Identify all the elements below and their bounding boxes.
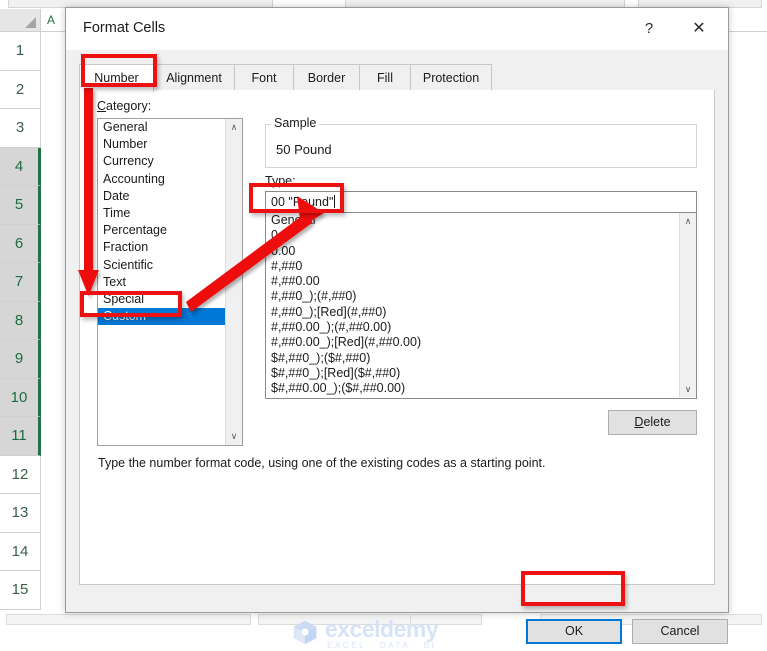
- dialog-title-bar: Format Cells ? ✕: [66, 8, 728, 50]
- row-header-2[interactable]: 2: [0, 70, 41, 109]
- format-cells-dialog: Format Cells ? ✕ Number Alignment Font Bord…: [65, 7, 729, 650]
- cube-logo-icon: [293, 620, 317, 645]
- text-caret: [334, 195, 336, 208]
- format-code-item-7[interactable]: #,##0.00_);(#,##0.00): [266, 320, 696, 335]
- format-code-item-3[interactable]: #,##0: [266, 259, 696, 274]
- help-icon[interactable]: ?: [630, 15, 668, 43]
- sample-label: Sample: [271, 116, 320, 130]
- dialog-title: Format Cells: [83, 20, 166, 36]
- category-item-accounting[interactable]: Accounting: [98, 171, 242, 188]
- category-item-fraction[interactable]: Fraction: [98, 239, 242, 256]
- category-item-time[interactable]: Time: [98, 205, 242, 222]
- row-header-11[interactable]: 11: [0, 417, 41, 456]
- type-input[interactable]: 00 "Pound": [265, 191, 697, 213]
- category-item-custom[interactable]: Custom: [98, 308, 242, 326]
- delete-button[interactable]: Delete: [608, 410, 697, 435]
- row-header-8[interactable]: 8: [0, 301, 41, 340]
- tab-strip: Number Alignment Font Border Fill Protection: [79, 64, 715, 92]
- close-icon[interactable]: ✕: [680, 15, 718, 43]
- tab-border[interactable]: Border: [293, 64, 360, 91]
- category-item-number[interactable]: Number: [98, 136, 242, 153]
- row-header-12[interactable]: 12: [0, 455, 41, 494]
- scroll-up-icon[interactable]: ∧: [680, 213, 696, 229]
- category-item-currency[interactable]: Currency: [98, 153, 242, 170]
- ok-button[interactable]: OK: [526, 619, 622, 644]
- row-header-7[interactable]: 7: [0, 263, 41, 302]
- tab-number[interactable]: Number: [79, 64, 154, 92]
- scroll-up-icon[interactable]: ∧: [226, 119, 242, 136]
- type-label: Type:: [265, 174, 296, 188]
- row-header-9[interactable]: 9: [0, 340, 41, 379]
- status-chip: [6, 614, 251, 625]
- row-header-3[interactable]: 3: [0, 109, 41, 148]
- tab-protection[interactable]: Protection: [410, 64, 492, 91]
- row-header-5[interactable]: 5: [0, 186, 41, 225]
- category-item-date[interactable]: Date: [98, 188, 242, 205]
- watermark-tagline: EXCEL · DATA · BI: [327, 640, 437, 650]
- cancel-button[interactable]: Cancel: [632, 619, 728, 644]
- format-code-item-9[interactable]: $#,##0_);($#,##0): [266, 351, 696, 366]
- category-item-percentage[interactable]: Percentage: [98, 222, 242, 239]
- format-code-item-4[interactable]: #,##0.00: [266, 274, 696, 289]
- type-input-value: 00 "Pound": [271, 195, 334, 209]
- row-header-10[interactable]: 10: [0, 378, 41, 417]
- row-header-6[interactable]: 6: [0, 224, 41, 263]
- number-tab-panel: Category: General Number Currency Accountin…: [79, 90, 715, 585]
- select-all-corner[interactable]: [0, 9, 41, 32]
- tab-alignment[interactable]: Alignment: [153, 64, 235, 91]
- row-header-4[interactable]: 4: [0, 147, 41, 186]
- format-code-item-6[interactable]: #,##0_);[Red](#,##0): [266, 305, 696, 320]
- row-header-15[interactable]: 15: [0, 571, 41, 610]
- scroll-down-icon[interactable]: ∨: [226, 428, 242, 445]
- row-header-14[interactable]: 14: [0, 532, 41, 571]
- format-code-item-2[interactable]: 0.00: [266, 244, 696, 259]
- category-item-special[interactable]: Special: [98, 291, 242, 308]
- format-code-item-0[interactable]: General: [266, 213, 696, 228]
- select-all-triangle-icon: [25, 17, 36, 28]
- watermark-brand: exceldemy: [325, 616, 439, 642]
- category-label: Category:: [97, 99, 152, 113]
- format-code-scrollbar[interactable]: ∧ ∨: [679, 213, 696, 397]
- format-code-listbox[interactable]: General 0 0.00 #,##0 #,##0.00 #,##0_);(#,##0)…: [265, 213, 697, 399]
- description-text: Type the number format code, using one o…: [98, 456, 546, 470]
- category-listbox[interactable]: General Number Currency Accounting Date Time P…: [97, 118, 243, 446]
- sample-value: 50 Pound: [276, 142, 332, 157]
- category-item-text[interactable]: Text: [98, 274, 242, 291]
- row-header-column: 1 2 3 4 5 6 7 8 9 10 11 12 13 14 15: [0, 32, 41, 610]
- category-scrollbar[interactable]: ∧ ∨: [225, 119, 242, 445]
- format-code-item-10[interactable]: $#,##0_);[Red]($#,##0): [266, 366, 696, 381]
- format-code-item-8[interactable]: #,##0.00_);[Red](#,##0.00): [266, 335, 696, 350]
- row-header-1[interactable]: 1: [0, 32, 41, 71]
- scroll-down-icon[interactable]: ∨: [680, 381, 696, 397]
- format-code-item-5[interactable]: #,##0_);(#,##0): [266, 289, 696, 304]
- tab-fill[interactable]: Fill: [359, 64, 411, 91]
- column-header-a[interactable]: A: [47, 13, 55, 27]
- format-code-item-11[interactable]: $#,##0.00_);($#,##0.00): [266, 381, 696, 396]
- tab-font[interactable]: Font: [234, 64, 294, 91]
- dialog-body: Number Alignment Font Border Fill Protection …: [66, 50, 728, 650]
- exceldemy-watermark: exceldemy EXCEL · DATA · BI: [291, 615, 491, 651]
- row-header-13[interactable]: 13: [0, 494, 41, 533]
- category-item-general[interactable]: General: [98, 119, 242, 136]
- category-item-scientific[interactable]: Scientific: [98, 257, 242, 274]
- format-code-item-1[interactable]: 0: [266, 228, 696, 243]
